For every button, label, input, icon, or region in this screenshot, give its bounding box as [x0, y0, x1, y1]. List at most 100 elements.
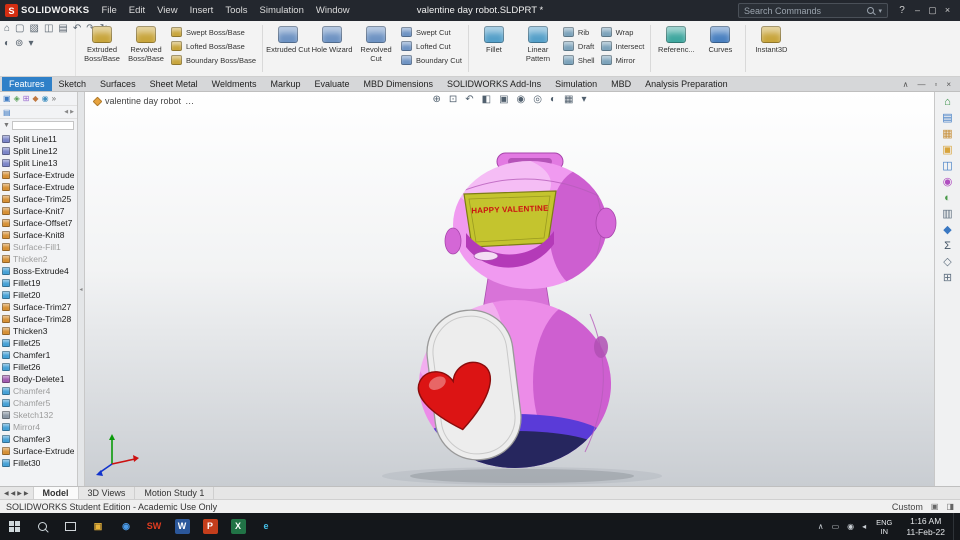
feature-tree-item[interactable]: Fillet20	[2, 289, 77, 301]
feature-tree-item[interactable]: Chamfer3	[2, 433, 77, 445]
view-tool-icon[interactable]: ▦	[564, 94, 573, 105]
feature-tree-item[interactable]: Surface-Offset7	[2, 217, 77, 229]
feature-tree-item[interactable]: Split Line12	[2, 145, 77, 157]
ribbon-button[interactable]: Hole Wizard	[310, 22, 354, 75]
ribbon-button[interactable]: Extruded Cut	[266, 22, 310, 75]
taskbar-app-icon[interactable]: SW	[140, 513, 168, 540]
quick-access-button[interactable]: ⌂	[4, 24, 10, 34]
view-tool-icon[interactable]: ◧	[482, 94, 491, 105]
menu-item[interactable]: File	[95, 0, 122, 21]
ribbon-button[interactable]: Fillet	[472, 22, 516, 75]
feature-tree-item[interactable]: Chamfer1	[2, 349, 77, 361]
commandmanager-tab[interactable]: MBD	[604, 77, 638, 91]
ribbon-button[interactable]: Wrap	[598, 27, 648, 37]
feature-tree-item[interactable]: Fillet26	[2, 361, 77, 373]
menu-item[interactable]: Insert	[184, 0, 220, 21]
ribbon-button[interactable]: Linear Pattern	[516, 22, 560, 75]
feature-tree-item[interactable]: Chamfer4	[2, 385, 77, 397]
task-pane-icon[interactable]: ◫	[942, 161, 952, 172]
task-pane-icon[interactable]: ◇	[943, 257, 951, 268]
feature-tree-item[interactable]: Surface-Knit7	[2, 205, 77, 217]
clock[interactable]: 1:16 AM 11-Feb-22	[898, 516, 953, 537]
commandmanager-tab[interactable]: Sketch	[52, 77, 94, 91]
graphics-viewport[interactable]: valentine day robot … ⊕ ⊡ ↶ ◧ ▣ ◉ ◎ ◐ ▦ ▾	[85, 92, 934, 486]
panel-control-icon[interactable]: ▫	[934, 80, 937, 89]
feature-tree-item[interactable]: Fillet30	[2, 457, 77, 469]
task-pane-icon[interactable]: ◆	[943, 225, 951, 236]
ribbon-button[interactable]: Mirror	[598, 55, 648, 65]
commandmanager-tab[interactable]: SOLIDWORKS Add-Ins	[440, 77, 548, 91]
panel-control-icon[interactable]: ×	[946, 80, 951, 89]
panel-tab-icon[interactable]: ◈	[14, 94, 20, 103]
ribbon-button[interactable]: Intersect	[598, 41, 648, 51]
commandmanager-tab[interactable]: Weldments	[205, 77, 264, 91]
tab-scroll-icon[interactable]: ◀	[11, 490, 16, 497]
ribbon-button[interactable]: Shell	[560, 55, 598, 65]
view-tool-icon[interactable]: ▾	[582, 94, 587, 105]
feature-tree-item[interactable]: Fillet25	[2, 337, 77, 349]
task-pane-icon[interactable]: ⊞	[943, 273, 952, 284]
panel-splitter[interactable]: ◂	[78, 92, 85, 486]
quick-access-button[interactable]: ▧	[30, 24, 39, 34]
feature-tree-item[interactable]: Mirror4	[2, 421, 77, 433]
view-tool-icon[interactable]: ⊡	[449, 94, 457, 105]
quick-access-button[interactable]: ◐	[4, 39, 10, 49]
feature-tree-item[interactable]: Surface-Trim27	[2, 301, 77, 313]
battery-icon[interactable]: ▭	[828, 522, 844, 531]
menu-item[interactable]: Window	[310, 0, 356, 21]
panel-tab-icon[interactable]: ◉	[42, 94, 49, 103]
volume-icon[interactable]: ◂	[858, 522, 870, 531]
ribbon-button[interactable]: Lofted Cut	[398, 41, 465, 51]
commandmanager-tab[interactable]: Surfaces	[93, 77, 143, 91]
menu-item[interactable]: Simulation	[254, 0, 310, 21]
feature-tree-item[interactable]: Thicken2	[2, 253, 77, 265]
ribbon-button[interactable]: Swept Boss/Base	[168, 27, 259, 37]
search-caret-icon[interactable]: ▾	[878, 7, 882, 15]
help-icon[interactable]: ?	[894, 5, 910, 16]
ribbon-button[interactable]: Instant3D	[749, 22, 793, 75]
breadcrumb[interactable]: valentine day robot …	[92, 96, 194, 106]
tab-scroll-icon[interactable]: ▶	[17, 490, 22, 497]
panel-tab-icon[interactable]: ▣	[3, 94, 11, 103]
pane-back-icon[interactable]: ◀	[64, 109, 68, 115]
taskbar-app-icon[interactable]: e	[252, 513, 280, 540]
quick-access-button[interactable]: ◫	[44, 24, 53, 34]
quick-access-button[interactable]: ▤	[58, 24, 67, 34]
view-tool-icon[interactable]: ◐	[550, 94, 556, 105]
robot-model[interactable]: HAPPY VALENTINE	[96, 152, 662, 485]
feature-tree-item[interactable]: Fillet19	[2, 277, 77, 289]
ribbon-button[interactable]: Lofted Boss/Base	[168, 41, 259, 51]
configuration-label[interactable]: Custom	[892, 502, 923, 512]
start-button[interactable]	[0, 513, 28, 540]
panel-tab-icon[interactable]: »	[52, 94, 56, 103]
panel-tab-icon[interactable]: ⊞	[23, 94, 30, 103]
feature-tree-item[interactable]: Surface-Extrude	[2, 169, 77, 181]
ribbon-button[interactable]: Swept Cut	[398, 27, 465, 37]
ribbon-button[interactable]: Rib	[560, 27, 598, 37]
feature-tree-item[interactable]: Body-Delete1	[2, 373, 77, 385]
task-pane-icon[interactable]: ▣	[942, 145, 952, 156]
feature-tree-item[interactable]: Surface-Fill1	[2, 241, 77, 253]
taskbar-app-icon[interactable]: P	[196, 513, 224, 540]
view-tool-icon[interactable]: ▣	[499, 94, 508, 105]
feature-tree-item[interactable]: Thicken3	[2, 325, 77, 337]
tab-scroll-icon[interactable]: ◀	[4, 490, 9, 497]
tree-filter-input[interactable]	[11, 120, 74, 130]
view-tool-icon[interactable]: ◉	[517, 94, 526, 105]
robot-model-canvas[interactable]: HAPPY VALENTINE	[85, 92, 934, 486]
feature-tree-item[interactable]: Surface-Extrude	[2, 445, 77, 457]
menu-item[interactable]: Tools	[219, 0, 253, 21]
close-button[interactable]: ×	[940, 0, 955, 21]
ribbon-button[interactable]: Draft	[560, 41, 598, 51]
minimize-button[interactable]: –	[910, 0, 925, 21]
panel-tab-icon[interactable]: ◆	[32, 94, 38, 103]
task-pane-icon[interactable]: ▦	[942, 129, 952, 140]
commandmanager-tab[interactable]: Markup	[263, 77, 307, 91]
action-center-button[interactable]	[953, 513, 960, 540]
task-pane-icon[interactable]: ◐	[944, 193, 951, 204]
commandmanager-tab[interactable]: Evaluate	[307, 77, 356, 91]
search-commands-box[interactable]: Search Commands ▾	[738, 3, 888, 18]
network-icon[interactable]: ◉	[843, 522, 858, 531]
ribbon-button[interactable]: Boundary Boss/Base	[168, 55, 259, 65]
taskbar-search-button[interactable]	[28, 513, 56, 540]
